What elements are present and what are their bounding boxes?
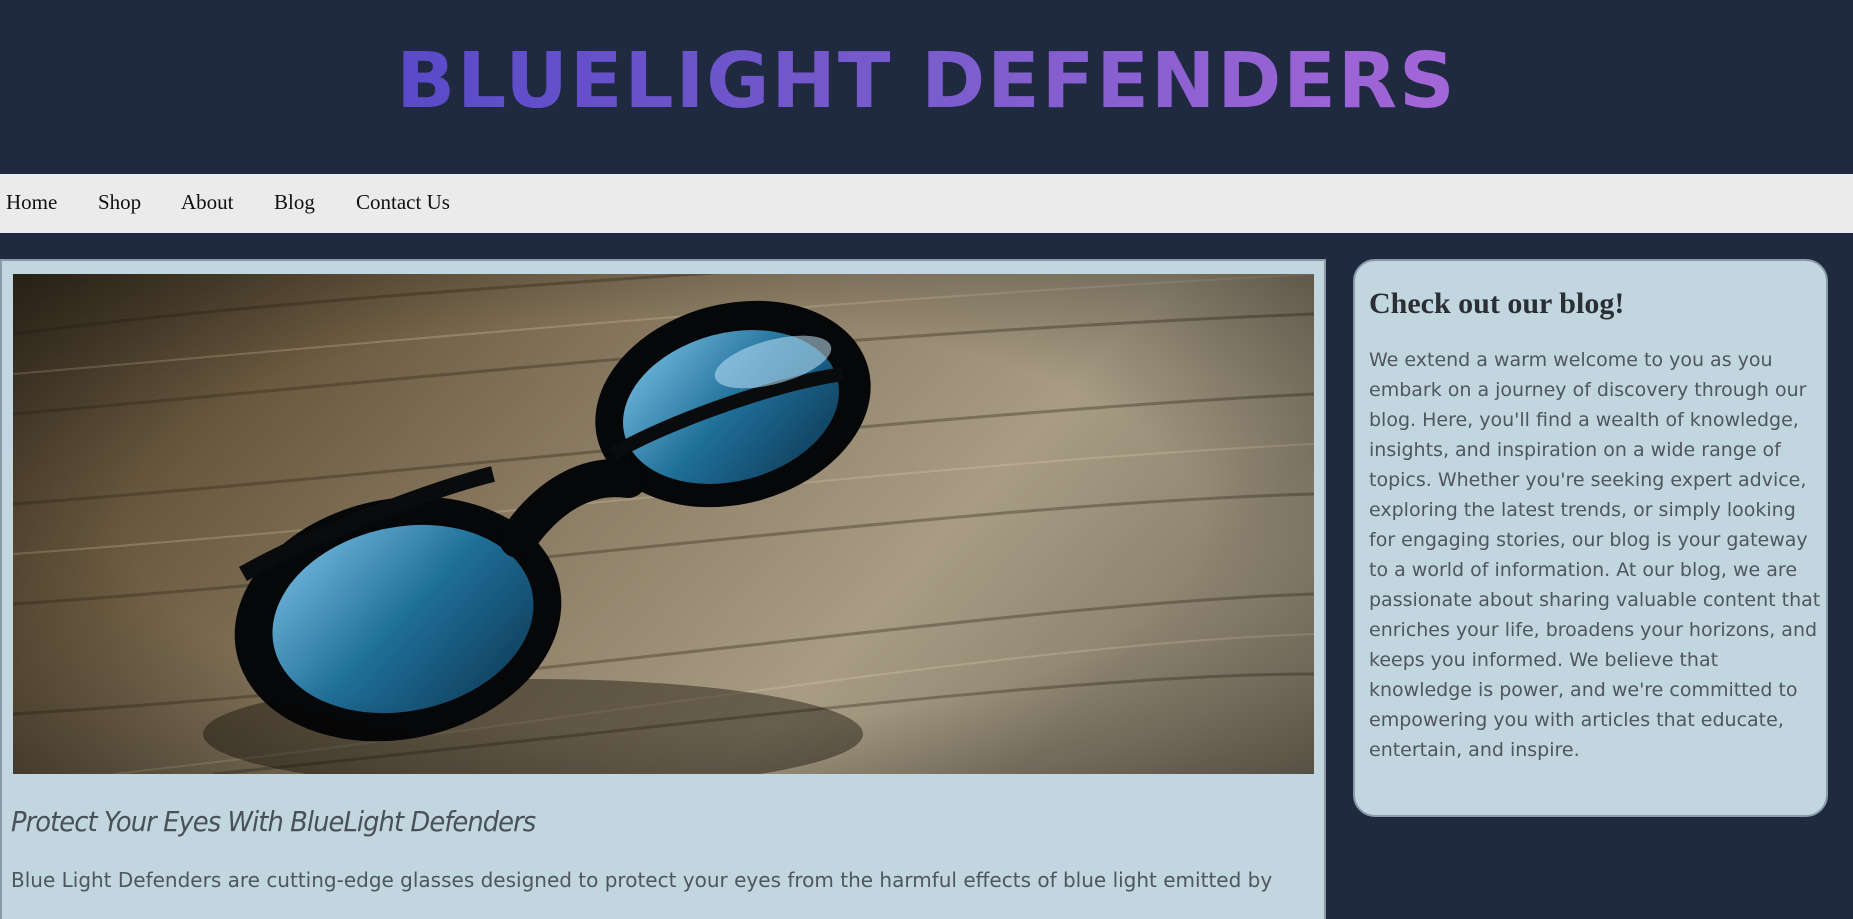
nav-item-contact-us[interactable]: Contact Us — [356, 190, 450, 215]
nav-item-shop[interactable]: Shop — [98, 190, 141, 215]
nav-item-blog[interactable]: Blog — [274, 190, 315, 215]
blog-callout-panel: Check out our blog! We extend a warm wel… — [1353, 259, 1828, 817]
glasses-photo-icon — [13, 274, 1314, 774]
nav-item-home[interactable]: Home — [6, 190, 57, 215]
article-title: Protect Your Eyes With BlueLight Defende… — [11, 805, 536, 838]
article-body: Blue Light Defenders are cutting-edge gl… — [11, 868, 1273, 892]
nav-item-about[interactable]: About — [181, 190, 234, 215]
blog-callout-heading: Check out our blog! — [1369, 287, 1625, 320]
main-nav: Home Shop About Blog Contact Us — [0, 174, 1853, 233]
blog-callout-text: We extend a warm welcome to you as you e… — [1369, 349, 1821, 761]
site-title: BLUELIGHT DEFENDERS — [0, 36, 1853, 128]
site-title-text: BLUELIGHT DEFENDERS — [396, 37, 1457, 126]
site-header: BLUELIGHT DEFENDERS — [0, 0, 1853, 174]
